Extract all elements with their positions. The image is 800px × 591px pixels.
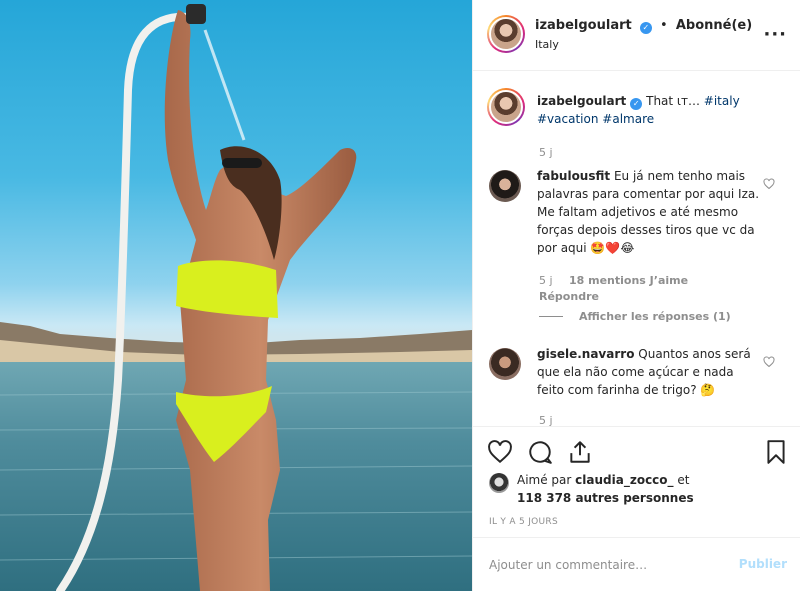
verified-badge-icon: ✓ <box>639 22 652 34</box>
share-icon[interactable] <box>567 439 593 465</box>
comment-time[interactable]: 5 j <box>539 414 553 426</box>
author-line: izabelgoulart ✓ • Abonné(e) <box>535 18 752 34</box>
like-comment-heart-icon[interactable] <box>763 178 775 190</box>
liker-avatar[interactable] <box>489 473 509 493</box>
like-comment-heart-icon[interactable] <box>763 356 775 368</box>
liker-username[interactable]: claudia_zocco_ <box>575 473 673 487</box>
post-photo[interactable] <box>0 0 472 591</box>
separator-dot: • <box>660 18 668 33</box>
caption-text: izabelgoulart ✓ That ιт… #italy #vacation… <box>537 92 761 128</box>
caption-username[interactable]: izabelgoulart <box>537 94 626 108</box>
hashtag-almare[interactable]: #almare <box>602 112 654 126</box>
comment-bubble-icon[interactable] <box>527 439 553 465</box>
author-username[interactable]: izabelgoulart <box>535 18 632 33</box>
commenter-avatar[interactable] <box>489 348 521 380</box>
commenter-avatar[interactable] <box>489 170 521 202</box>
caption-time[interactable]: 5 j <box>539 146 553 159</box>
post-header: izabelgoulart ✓ • Abonné(e) Italy ··· <box>473 0 800 71</box>
hashtag-italy[interactable]: #italy <box>704 94 740 108</box>
author-avatar[interactable] <box>487 15 525 53</box>
more-options-icon[interactable]: ··· <box>763 24 787 45</box>
save-bookmark-icon[interactable] <box>763 439 789 465</box>
post-side-panel: izabelgoulart ✓ • Abonné(e) Italy ··· iz… <box>472 0 800 591</box>
like-heart-icon[interactable] <box>487 439 513 465</box>
comment-likes[interactable]: 18 mentions J’aime <box>569 274 688 287</box>
beach-photo-illustration <box>0 4 472 591</box>
post-actions: Aimé par claudia_zocco_ et 118 378 autre… <box>473 426 800 591</box>
view-replies-button[interactable]: Afficher les réponses (1) <box>579 310 731 323</box>
caption-author-avatar[interactable] <box>487 88 525 126</box>
liked-by-prefix: Aimé par <box>517 473 572 487</box>
hashtag-vacation[interactable]: #vacation <box>537 112 598 126</box>
following-status[interactable]: Abonné(e) <box>676 18 752 33</box>
add-comment-input[interactable] <box>489 554 729 576</box>
comment-text: fabulousfit Eu já nem tenho mais palavra… <box>537 167 761 257</box>
comment-time[interactable]: 5 j <box>539 274 553 287</box>
comment-username[interactable]: fabulousfit <box>537 169 610 183</box>
replies-divider <box>539 316 563 317</box>
comment-composer: Publier <box>473 537 800 591</box>
other-likers-count[interactable]: 118 378 autres personnes <box>517 491 694 505</box>
liked-connector: et <box>677 473 690 487</box>
comments-list[interactable]: izabelgoulart ✓ That ιт… #italy #vacation… <box>473 72 800 426</box>
post-location[interactable]: Italy <box>535 38 559 51</box>
verified-badge-icon: ✓ <box>630 98 643 110</box>
post-comment-button[interactable]: Publier <box>739 557 787 571</box>
post-timestamp[interactable]: IL Y A 5 JOURS <box>489 517 558 527</box>
comment-text: gisele.navarro Quantos anos será que ela… <box>537 345 761 399</box>
comment-username[interactable]: gisele.navarro <box>537 347 634 361</box>
caption-body: That ιт… <box>646 94 700 108</box>
instagram-post-view: izabelgoulart ✓ • Abonné(e) Italy ··· iz… <box>0 0 800 591</box>
reply-button[interactable]: Répondre <box>539 290 599 303</box>
likes-text: Aimé par claudia_zocco_ et 118 378 autre… <box>517 471 717 507</box>
